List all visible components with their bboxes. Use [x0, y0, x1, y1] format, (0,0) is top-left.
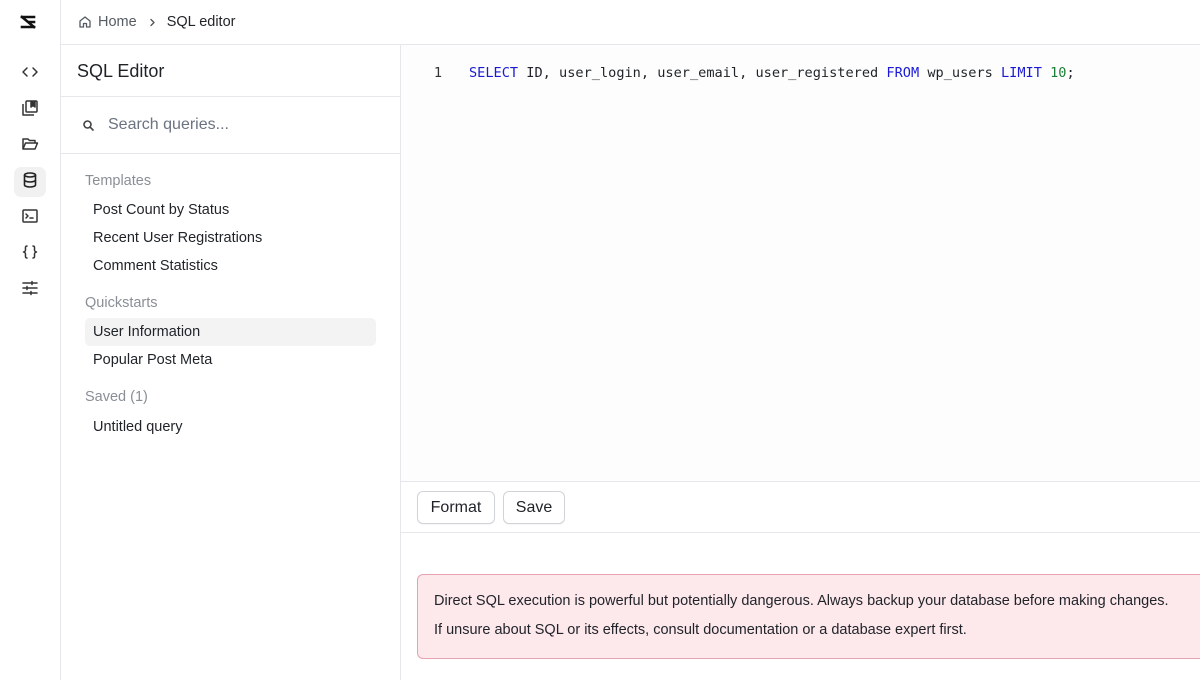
sliders-icon	[21, 279, 39, 302]
library-icon	[21, 99, 39, 122]
list-item-post-count-by-status[interactable]: Post Count by Status	[85, 196, 376, 224]
breadcrumb-home-link[interactable]: Home	[78, 14, 137, 30]
code-icon	[21, 63, 39, 86]
rail-terminal-button[interactable]	[14, 203, 46, 233]
search-input[interactable]	[108, 116, 368, 134]
format-button[interactable]: Format	[417, 491, 495, 524]
save-button[interactable]: Save	[503, 491, 565, 524]
home-icon	[78, 15, 98, 29]
keyword-token: LIMIT	[1001, 65, 1042, 81]
rail-settings-button[interactable]	[14, 275, 46, 305]
list-item-recent-user-registrations[interactable]: Recent User Registrations	[85, 224, 376, 252]
alert-text-line-1: Direct SQL execution is powerful but pot…	[434, 593, 1169, 609]
keyword-token: SELECT	[469, 65, 519, 81]
code-line: 1 SELECT ID, user_login, user_email, use…	[401, 65, 1075, 81]
section-label-saved: Saved (1)	[85, 389, 148, 405]
chevron-right-icon	[148, 18, 157, 27]
list-item-popular-post-meta[interactable]: Popular Post Meta	[85, 346, 376, 374]
braces-icon	[21, 243, 39, 266]
breadcrumb-current: SQL editor	[166, 14, 236, 30]
icon-rail	[0, 0, 61, 680]
list-item-user-information[interactable]: User Information	[85, 318, 376, 346]
rail-database-button[interactable]	[14, 167, 46, 197]
number-token: 10	[1050, 65, 1067, 81]
breadcrumb-home-label: Home	[98, 14, 137, 30]
list-item-comment-statistics[interactable]: Comment Statistics	[85, 252, 376, 280]
database-icon	[21, 171, 39, 194]
editor-toolbar: Format Save	[401, 482, 1200, 533]
alert-text-line-2: If unsure about SQL or its effects, cons…	[434, 622, 967, 638]
search-icon	[82, 119, 108, 132]
keyword-token: FROM	[886, 65, 920, 81]
queries-panel: SQL Editor Templates Post Count by Statu…	[61, 45, 401, 680]
panel-title: SQL Editor	[61, 45, 400, 97]
list-item-untitled-query[interactable]: Untitled query	[85, 413, 376, 441]
folder-open-icon	[21, 135, 39, 158]
columns-token: ID, user_login, user_email, user_registe…	[518, 65, 887, 81]
sql-code-editor[interactable]: 1 SELECT ID, user_login, user_email, use…	[401, 45, 1200, 482]
search-bar	[61, 97, 400, 154]
app-logo-icon[interactable]	[15, 9, 41, 35]
rail-files-button[interactable]	[14, 131, 46, 161]
terminator-token: ;	[1066, 65, 1075, 81]
top-bar: Home SQL editor	[61, 0, 1200, 45]
section-label-quickstarts: Quickstarts	[85, 295, 158, 311]
danger-alert: Direct SQL execution is powerful but pot…	[417, 574, 1200, 659]
line-number: 1	[433, 65, 442, 81]
rail-code-button[interactable]	[14, 59, 46, 89]
rail-json-button[interactable]	[14, 239, 46, 269]
section-label-templates: Templates	[85, 173, 152, 189]
rail-library-button[interactable]	[14, 95, 46, 125]
terminal-icon	[21, 207, 39, 230]
table-token: wp_users	[919, 65, 1001, 81]
breadcrumb: Home SQL editor	[78, 14, 235, 30]
code-text: SELECT ID, user_login, user_email, user_…	[469, 65, 1075, 81]
